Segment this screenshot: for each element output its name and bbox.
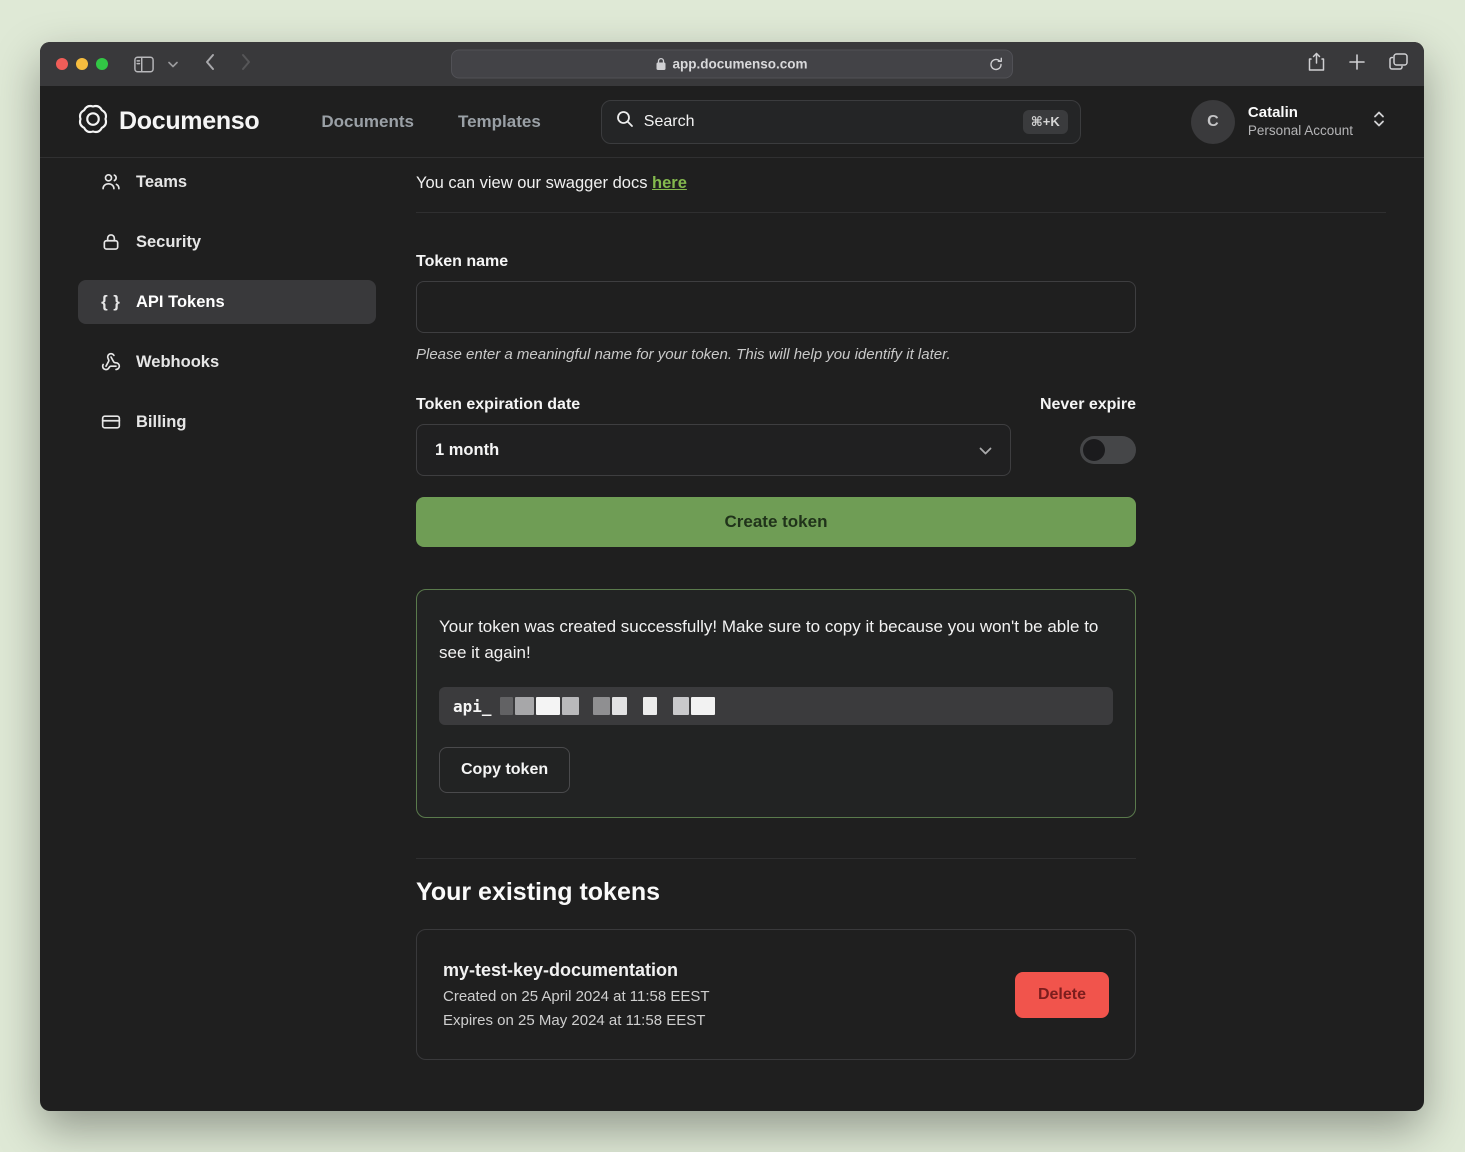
sidebar-item-webhooks[interactable]: Webhooks (78, 340, 376, 384)
sidebar-item-security[interactable]: Security (78, 220, 376, 264)
never-expire-label: Never expire (1040, 396, 1136, 414)
token-name-label: Token name (416, 253, 1136, 271)
nav-documents[interactable]: Documents (321, 112, 414, 132)
app-header: Documenso Documents Templates Search ⌘+K… (40, 86, 1424, 158)
webhook-icon (100, 352, 122, 372)
credit-card-icon (100, 412, 122, 432)
token-created-date: Created on 25 April 2024 at 11:58 EEST (443, 988, 710, 1005)
new-tab-icon[interactable] (1349, 54, 1365, 75)
lock-icon (100, 232, 122, 252)
back-button[interactable] (204, 53, 216, 76)
zoom-window-button[interactable] (96, 58, 108, 70)
token-name-input[interactable] (416, 281, 1136, 333)
search-input[interactable]: Search ⌘+K (601, 100, 1081, 144)
chevrons-up-down-icon (1372, 110, 1386, 133)
sidebar-item-label: Webhooks (136, 353, 219, 372)
tab-group-chevron-icon[interactable] (168, 61, 178, 68)
url-bar[interactable]: app.documenso.com (451, 50, 1013, 79)
documenso-logo-icon (78, 104, 108, 139)
sidebar-item-label: API Tokens (136, 293, 225, 312)
token-prefix: api_ (453, 697, 492, 716)
token-created-message: Your token was created successfully! Mak… (439, 614, 1107, 665)
chevron-down-icon (979, 441, 992, 460)
section-divider (416, 858, 1136, 859)
nav-templates[interactable]: Templates (458, 112, 541, 132)
minimize-window-button[interactable] (76, 58, 88, 70)
reload-icon[interactable] (989, 57, 1003, 71)
redacted-token (500, 697, 715, 715)
account-type: Personal Account (1248, 122, 1353, 140)
avatar: C (1191, 100, 1235, 144)
share-icon[interactable] (1308, 52, 1325, 77)
sidebar-item-billing[interactable]: Billing (78, 400, 376, 444)
api-tokens-panel: You can view our swagger docs here Token… (416, 158, 1386, 1060)
swagger-docs-link[interactable]: here (652, 174, 687, 192)
braces-icon: { } (100, 292, 122, 312)
section-divider (416, 212, 1386, 213)
forward-button[interactable] (240, 53, 252, 76)
lock-icon (656, 58, 666, 71)
settings-sidebar: Teams Security { } API Tokens (78, 158, 376, 1060)
toggle-knob (1083, 439, 1105, 461)
sidebar-item-label: Security (136, 233, 201, 252)
copy-token-button[interactable]: Copy token (439, 747, 570, 793)
tab-overview-icon[interactable] (1389, 53, 1408, 75)
brand[interactable]: Documenso (78, 104, 259, 139)
users-icon (100, 172, 122, 192)
expiration-selected-value: 1 month (435, 441, 499, 460)
swagger-docs-text: You can view our swagger docs (416, 174, 652, 192)
token-name: my-test-key-documentation (443, 960, 710, 981)
token-created-alert: Your token was created successfully! Mak… (416, 589, 1136, 818)
token-expires-date: Expires on 25 May 2024 at 11:58 EEST (443, 1012, 710, 1029)
brand-name: Documenso (119, 107, 259, 136)
url-text: app.documenso.com (672, 57, 807, 72)
swagger-docs-line: You can view our swagger docs here (416, 174, 1386, 193)
create-token-button[interactable]: Create token (416, 497, 1136, 547)
existing-tokens-heading: Your existing tokens (416, 878, 1136, 907)
search-placeholder: Search (644, 113, 1013, 131)
main-nav: Documents Templates (321, 112, 540, 132)
account-name: Catalin (1248, 103, 1353, 123)
close-window-button[interactable] (56, 58, 68, 70)
sidebar-item-api-tokens[interactable]: { } API Tokens (78, 280, 376, 324)
traffic-lights (56, 58, 108, 70)
sidebar-item-label: Billing (136, 413, 186, 432)
sidebar-item-label: Teams (136, 173, 187, 192)
token-value-field: api_ (439, 687, 1113, 725)
delete-token-button[interactable]: Delete (1015, 972, 1109, 1018)
sidebar-item-teams[interactable]: Teams (78, 160, 376, 204)
expiration-select[interactable]: 1 month (416, 424, 1011, 476)
account-menu[interactable]: C Catalin Personal Account (1191, 100, 1386, 144)
search-shortcut-badge: ⌘+K (1023, 110, 1068, 134)
search-icon (616, 110, 634, 133)
browser-window: app.documenso.com (40, 42, 1424, 1111)
expiration-label: Token expiration date (416, 396, 580, 414)
sidebar-toggle-icon[interactable] (134, 56, 154, 73)
existing-token-row: my-test-key-documentation Created on 25 … (416, 929, 1136, 1060)
never-expire-toggle[interactable] (1080, 436, 1136, 464)
browser-toolbar: app.documenso.com (40, 42, 1424, 86)
token-name-hint: Please enter a meaningful name for your … (416, 346, 1136, 363)
